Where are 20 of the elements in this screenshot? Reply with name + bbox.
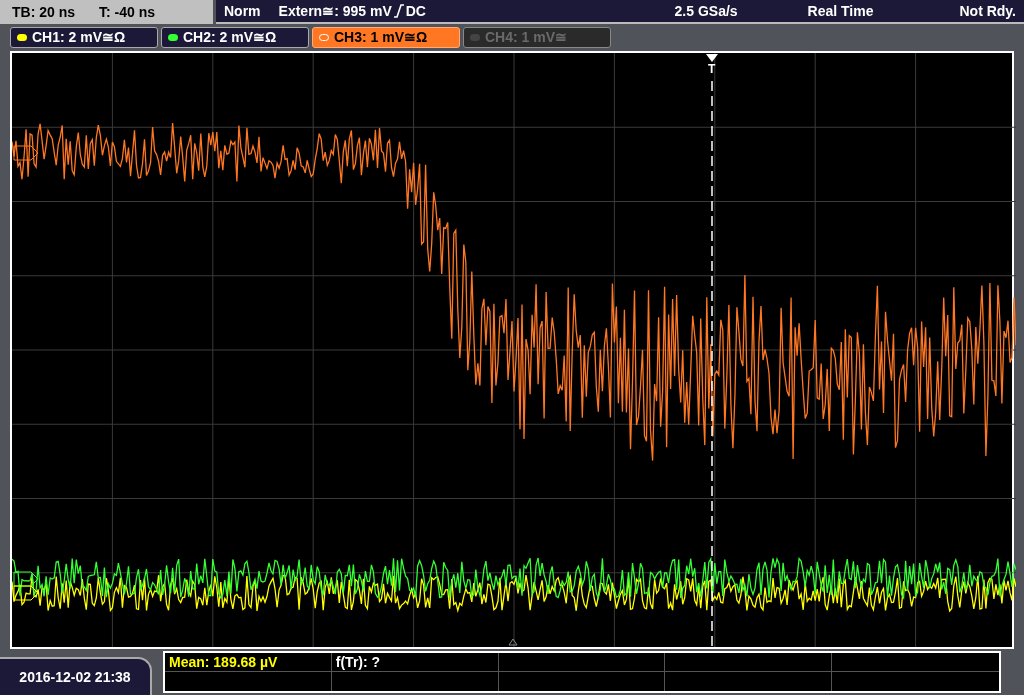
center-marker-icon	[508, 638, 518, 646]
channel-offset-icon	[13, 145, 39, 161]
trigger-source-label: Extern≅: 995 mV	[278, 1, 392, 21]
coupling-label: DC	[405, 1, 426, 21]
channel-offset-icon	[13, 585, 39, 601]
channel-offset-icon	[13, 571, 39, 587]
sample-rate-label: 2.5 GSa/s	[674, 1, 738, 21]
status-label: Not Rdy.	[959, 1, 1016, 21]
channel-tab[interactable]: CH2: 2 mV≅Ω	[161, 26, 309, 48]
measurement-result: Mean: 189.68 µV	[169, 652, 278, 672]
acquisition-mode-label: Real Time	[807, 1, 874, 21]
trigger-marker-label: T	[708, 63, 716, 75]
timebase-label: TB: 20 ns	[12, 2, 75, 22]
rising-edge-icon	[393, 4, 404, 18]
trigger-mode-label: Norm	[224, 1, 261, 21]
date-time-label: 2016-12-02 21:38	[19, 667, 131, 687]
trigger-offset-label: T: -40 ns	[99, 2, 156, 22]
measurement-result: f(Tr): ?	[335, 652, 381, 672]
channel-tab[interactable]: CH3: 1 mV≅Ω	[312, 26, 460, 48]
channel-tab[interactable]: CH1: 2 mV≅Ω	[10, 26, 158, 48]
